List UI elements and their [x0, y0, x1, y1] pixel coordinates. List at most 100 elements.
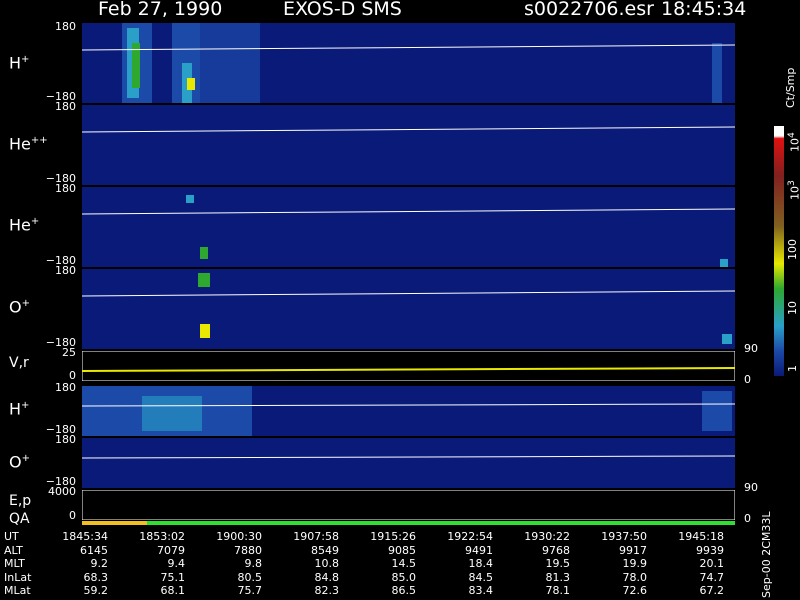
- footer-right: Sep-00 2CM33L: [760, 511, 773, 599]
- panel-v-r: [81, 350, 736, 382]
- orbit-cell: 67.2: [699, 584, 725, 597]
- orbit-cell: 59.2: [83, 584, 109, 597]
- panel-7-label: O+: [9, 452, 30, 472]
- orbit-row-label: MLat: [4, 584, 31, 597]
- panel-3-label: He+: [9, 215, 40, 235]
- orbit-cell: 7880: [234, 543, 262, 557]
- orbit-cell: 86.5: [391, 584, 417, 597]
- panel-o-plus-plot: [81, 273, 736, 344]
- panel-2-ymax: 180: [55, 100, 76, 113]
- colorbar: [774, 126, 784, 376]
- orbit-cell: 1915:26: [370, 530, 416, 543]
- panel-8-ymin: 0: [69, 509, 76, 522]
- orbit-cell: 9085: [388, 543, 416, 557]
- orbit-row-label: MLT: [4, 557, 25, 570]
- orbit-cell: 84.5: [468, 570, 494, 584]
- panel-5-ymin: 0: [69, 369, 76, 382]
- orbit-cell: 1845:34: [62, 530, 108, 543]
- panel-8-label: E,p: [9, 493, 32, 509]
- orbit-cell: 18.4: [468, 557, 494, 570]
- panel-8-ymax: 4000: [48, 485, 76, 498]
- orbit-row-label: UT: [4, 530, 19, 543]
- orbit-cell: 1922:54: [447, 530, 493, 543]
- orbit-cell: 9.4: [167, 557, 186, 570]
- orbit-cell: 68.3: [83, 570, 109, 584]
- orbit-cell: 9.8: [244, 557, 263, 570]
- orbit-cell: 20.1: [699, 557, 725, 570]
- orbit-cell: 1853:02: [139, 530, 185, 543]
- header-file: s0022706.esr: [524, 0, 654, 20]
- qa-bar: [82, 521, 735, 525]
- panel-he-plus-plot: [81, 195, 736, 267]
- orbit-cell: 80.5: [237, 570, 263, 584]
- panel-h-plus-2: [81, 386, 736, 436]
- orbit-cell: 81.3: [545, 570, 571, 584]
- panel-5-ymax: 25: [62, 346, 76, 359]
- orbit-cell: 9491: [465, 543, 493, 557]
- orbit-cell: 83.4: [468, 584, 494, 597]
- orbit-cell: 78.1: [545, 584, 571, 597]
- orbit-cell: 75.1: [160, 570, 186, 584]
- qa-bar-yellow-segment: [82, 521, 147, 525]
- panel-o-plus: [81, 269, 736, 349]
- orbit-cell: 10.8: [314, 557, 340, 570]
- orbit-cell: 78.0: [622, 570, 648, 584]
- panel-e-p-plot: [81, 489, 736, 521]
- header-time: 18:45:34: [661, 0, 747, 20]
- orbit-cell: 1907:58: [293, 530, 339, 543]
- orbit-cell: 19.5: [545, 557, 571, 570]
- panel-h-plus-plot: [81, 23, 736, 103]
- panel-h-plus: [81, 23, 736, 103]
- panel-4-label: O+: [9, 297, 30, 317]
- panel-h-plus-2-plot: [81, 386, 736, 436]
- panel-he-plus: [81, 187, 736, 267]
- orbit-cell: 6145: [80, 543, 108, 557]
- orbit-cell: 74.7: [699, 570, 725, 584]
- panel-7-ymax: 180: [55, 433, 76, 446]
- header-date: Feb 27, 1990: [98, 0, 223, 20]
- colorbar-unit: Ct/Smp: [784, 67, 797, 108]
- colorbar-tick-1e3: 103: [786, 180, 800, 200]
- orbit-cell: 1937:50: [601, 530, 647, 543]
- orbit-cell: 19.9: [622, 557, 648, 570]
- panel-he-plus-plus-plot: [81, 126, 736, 133]
- panel-1-label: H+: [9, 53, 30, 73]
- panel-o-plus-2-plot: [81, 455, 736, 459]
- orbit-row-label: ALT: [4, 543, 23, 557]
- panel-6-label: H+: [9, 399, 30, 419]
- orbit-cell: 9768: [542, 543, 570, 557]
- orbit-cell: 9917: [619, 543, 647, 557]
- orbit-cell: 1945:18: [678, 530, 724, 543]
- colorbar-tick-10: 10: [786, 301, 799, 315]
- panel-2-label: He++: [9, 134, 48, 154]
- panel-4-ymax: 180: [55, 264, 76, 277]
- orbit-cell: 1900:30: [216, 530, 262, 543]
- orbit-cell: 8549: [311, 543, 339, 557]
- orbit-cell: 72.6: [622, 584, 648, 597]
- panel-he-plus-plus: [81, 105, 736, 185]
- panel-v-r-plot: [81, 350, 736, 382]
- orbit-table: UT 1845:34 1853:02 1900:30 1907:58 1915:26 192…: [0, 531, 760, 599]
- panel-5-rmin: 0: [744, 373, 751, 386]
- orbit-cell: 7079: [157, 543, 185, 557]
- orbit-cell: 82.3: [314, 584, 340, 597]
- orbit-cell: 14.5: [391, 557, 417, 570]
- panel-5-rmax: 90: [744, 342, 758, 355]
- orbit-cell: 9939: [696, 543, 724, 557]
- colorbar-tick-1: 1: [786, 365, 799, 372]
- orbit-cell: 75.7: [237, 584, 263, 597]
- header-instrument: EXOS-D SMS: [283, 0, 402, 20]
- panel-6-ymax: 180: [55, 381, 76, 394]
- colorbar-tick-1e4: 104: [786, 132, 800, 152]
- qa-label: QA: [9, 511, 30, 527]
- orbit-cell: 84.8: [314, 570, 340, 584]
- panel-1-ymax: 180: [55, 20, 76, 33]
- panel-3-ymax: 180: [55, 182, 76, 195]
- panel-5-label: V,r: [9, 355, 29, 371]
- orbit-cell: 1930:22: [524, 530, 570, 543]
- orbit-cell: 9.2: [90, 557, 109, 570]
- panel-o-plus-2: [81, 438, 736, 488]
- panel-e-p: [81, 489, 736, 521]
- orbit-cell: 68.1: [160, 584, 186, 597]
- orbit-cell: 85.0: [391, 570, 417, 584]
